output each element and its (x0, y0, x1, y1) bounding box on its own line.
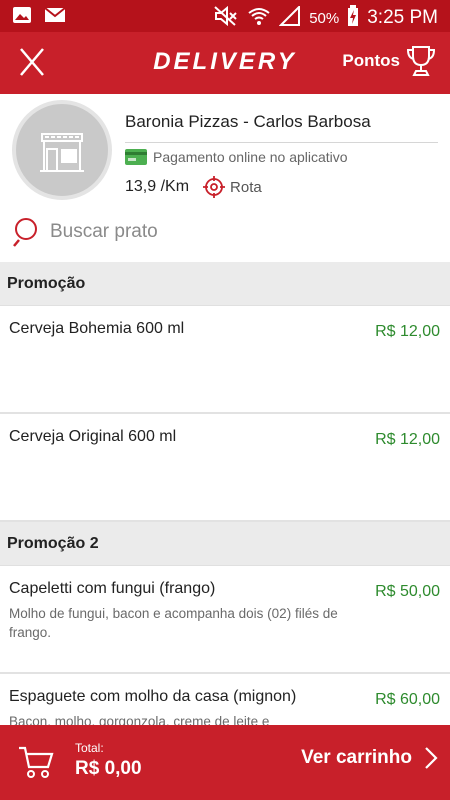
route-label: Rota (230, 178, 262, 196)
battery-percent: 50% (309, 9, 340, 27)
cart-icon[interactable] (18, 745, 54, 779)
list-item[interactable]: Cerveja Bohemia 600 ml R$ 12,00 (0, 306, 450, 414)
total-value: R$ 0,00 (75, 758, 142, 779)
app-bar: DELIVERY Pontos (0, 32, 450, 94)
item-name: Capeletti com fungui (frango) (9, 580, 216, 597)
total-label: Total: (75, 741, 104, 755)
menu-list: Promoção Cerveja Bohemia 600 ml R$ 12,00… (0, 262, 450, 782)
credit-card-icon (125, 149, 147, 165)
chevron-right-icon (425, 747, 438, 769)
mail-icon (44, 6, 66, 29)
list-item[interactable]: Cerveja Original 600 ml R$ 12,00 (0, 414, 450, 522)
store-icon (40, 133, 84, 172)
points-button[interactable]: Pontos (342, 44, 436, 78)
distance-row: 13,9 /Km Rota (125, 176, 262, 198)
section-header: Promoção 2 (0, 522, 450, 566)
gallery-icon (12, 6, 32, 29)
points-label: Pontos (342, 51, 400, 70)
item-name: Cerveja Bohemia 600 ml (9, 320, 185, 337)
divider (125, 142, 438, 143)
item-name: Cerveja Original 600 ml (9, 428, 177, 445)
status-bar: 50% 3:25 PM (0, 0, 450, 32)
signal-icon (278, 4, 301, 30)
search-bar (12, 214, 432, 250)
list-item[interactable]: Capeletti com fungui (frango) R$ 50,00 M… (0, 566, 450, 674)
search-input[interactable] (50, 221, 390, 243)
search-icon (13, 218, 37, 247)
restaurant-logo[interactable] (12, 100, 112, 200)
item-price: R$ 12,00 (375, 431, 440, 448)
item-price: R$ 60,00 (375, 691, 440, 708)
item-description: Molho de fungui, bacon e acompanha dois … (9, 606, 338, 640)
trophy-icon (406, 46, 436, 76)
cart-bar: Total: R$ 0,00 Ver carrinho (0, 725, 450, 800)
route-button[interactable]: Rota (203, 176, 262, 198)
item-price: R$ 50,00 (375, 583, 440, 600)
view-cart-button[interactable]: Ver carrinho (301, 745, 438, 771)
payment-label: Pagamento online no aplicativo (153, 149, 348, 165)
view-cart-label: Ver carrinho (301, 747, 412, 768)
battery-charging-icon (347, 5, 359, 31)
wifi-icon (247, 6, 271, 30)
mute-icon (213, 5, 239, 30)
section-header: Promoção (0, 262, 450, 306)
restaurant-header: Baronia Pizzas - Carlos Barbosa Pagament… (0, 94, 450, 262)
distance-value: 13,9 /Km (125, 178, 190, 195)
payment-info: Pagamento online no aplicativo (125, 149, 348, 165)
restaurant-name: Baronia Pizzas - Carlos Barbosa (125, 112, 371, 131)
crosshair-icon (203, 176, 226, 198)
item-price: R$ 12,00 (375, 323, 440, 340)
item-name: Espaguete com molho da casa (mignon) (9, 688, 297, 705)
clock: 3:25 PM (367, 7, 438, 28)
